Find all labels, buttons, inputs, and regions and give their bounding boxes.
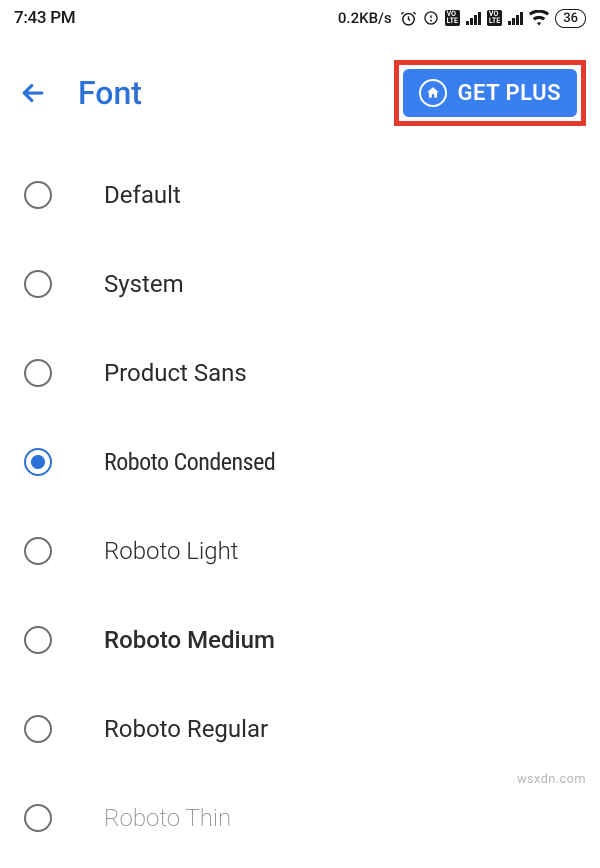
radio-icon[interactable]	[24, 448, 52, 476]
radio-icon[interactable]	[24, 181, 52, 209]
font-option-label: Roboto Light	[104, 537, 239, 565]
font-option[interactable]: Roboto Condensed	[0, 417, 600, 506]
status-time: 7:43 PM	[14, 8, 75, 28]
watermark: wsxdn.com	[517, 772, 586, 787]
status-indicators: 0.2KB/s VOLTE VOLTE 36	[338, 9, 586, 28]
radio-icon[interactable]	[24, 270, 52, 298]
font-option-label: Roboto Thin	[104, 804, 231, 832]
radio-icon[interactable]	[24, 715, 52, 743]
font-option-label: Default	[104, 181, 181, 209]
font-option-label: Roboto Condensed	[104, 448, 275, 476]
app-header: Font GET PLUS	[0, 36, 600, 144]
get-plus-label: GET PLUS	[457, 81, 561, 106]
radio-icon[interactable]	[24, 359, 52, 387]
font-option-label: Roboto Medium	[104, 626, 275, 654]
wifi-icon	[529, 10, 549, 26]
font-list: Default System Product Sans Roboto Condense…	[0, 144, 600, 868]
font-option[interactable]: Roboto Regular	[0, 684, 600, 773]
font-option-label: Product Sans	[104, 359, 247, 387]
radio-icon[interactable]	[24, 804, 52, 832]
volte-icon-2: VOLTE	[487, 10, 502, 26]
status-bar: 7:43 PM 0.2KB/s VOLTE VOLTE 36	[0, 0, 600, 36]
home-icon	[419, 79, 447, 107]
volte-icon-1: VOLTE	[445, 10, 460, 26]
alarm-icon	[400, 10, 417, 27]
sync-icon	[423, 10, 439, 26]
signal-icon-2	[508, 11, 523, 25]
back-button[interactable]	[18, 78, 48, 108]
radio-icon[interactable]	[24, 537, 52, 565]
battery-indicator: 36	[555, 9, 586, 28]
get-plus-button[interactable]: GET PLUS	[403, 69, 577, 117]
highlight-box: GET PLUS	[394, 60, 586, 126]
font-option-label: System	[104, 270, 184, 298]
data-rate: 0.2KB/s	[338, 9, 392, 27]
font-option[interactable]: Roboto Thin	[0, 773, 600, 862]
font-option[interactable]: Product Sans	[0, 328, 600, 417]
font-option-label: Roboto Regular	[104, 715, 268, 743]
signal-icon-1	[466, 11, 481, 25]
radio-icon[interactable]	[24, 626, 52, 654]
font-option[interactable]: Default	[0, 150, 600, 239]
font-option[interactable]: Roboto Medium	[0, 595, 600, 684]
font-option[interactable]: Roboto Light	[0, 506, 600, 595]
page-title: Font	[78, 74, 364, 112]
font-option[interactable]: System	[0, 239, 600, 328]
